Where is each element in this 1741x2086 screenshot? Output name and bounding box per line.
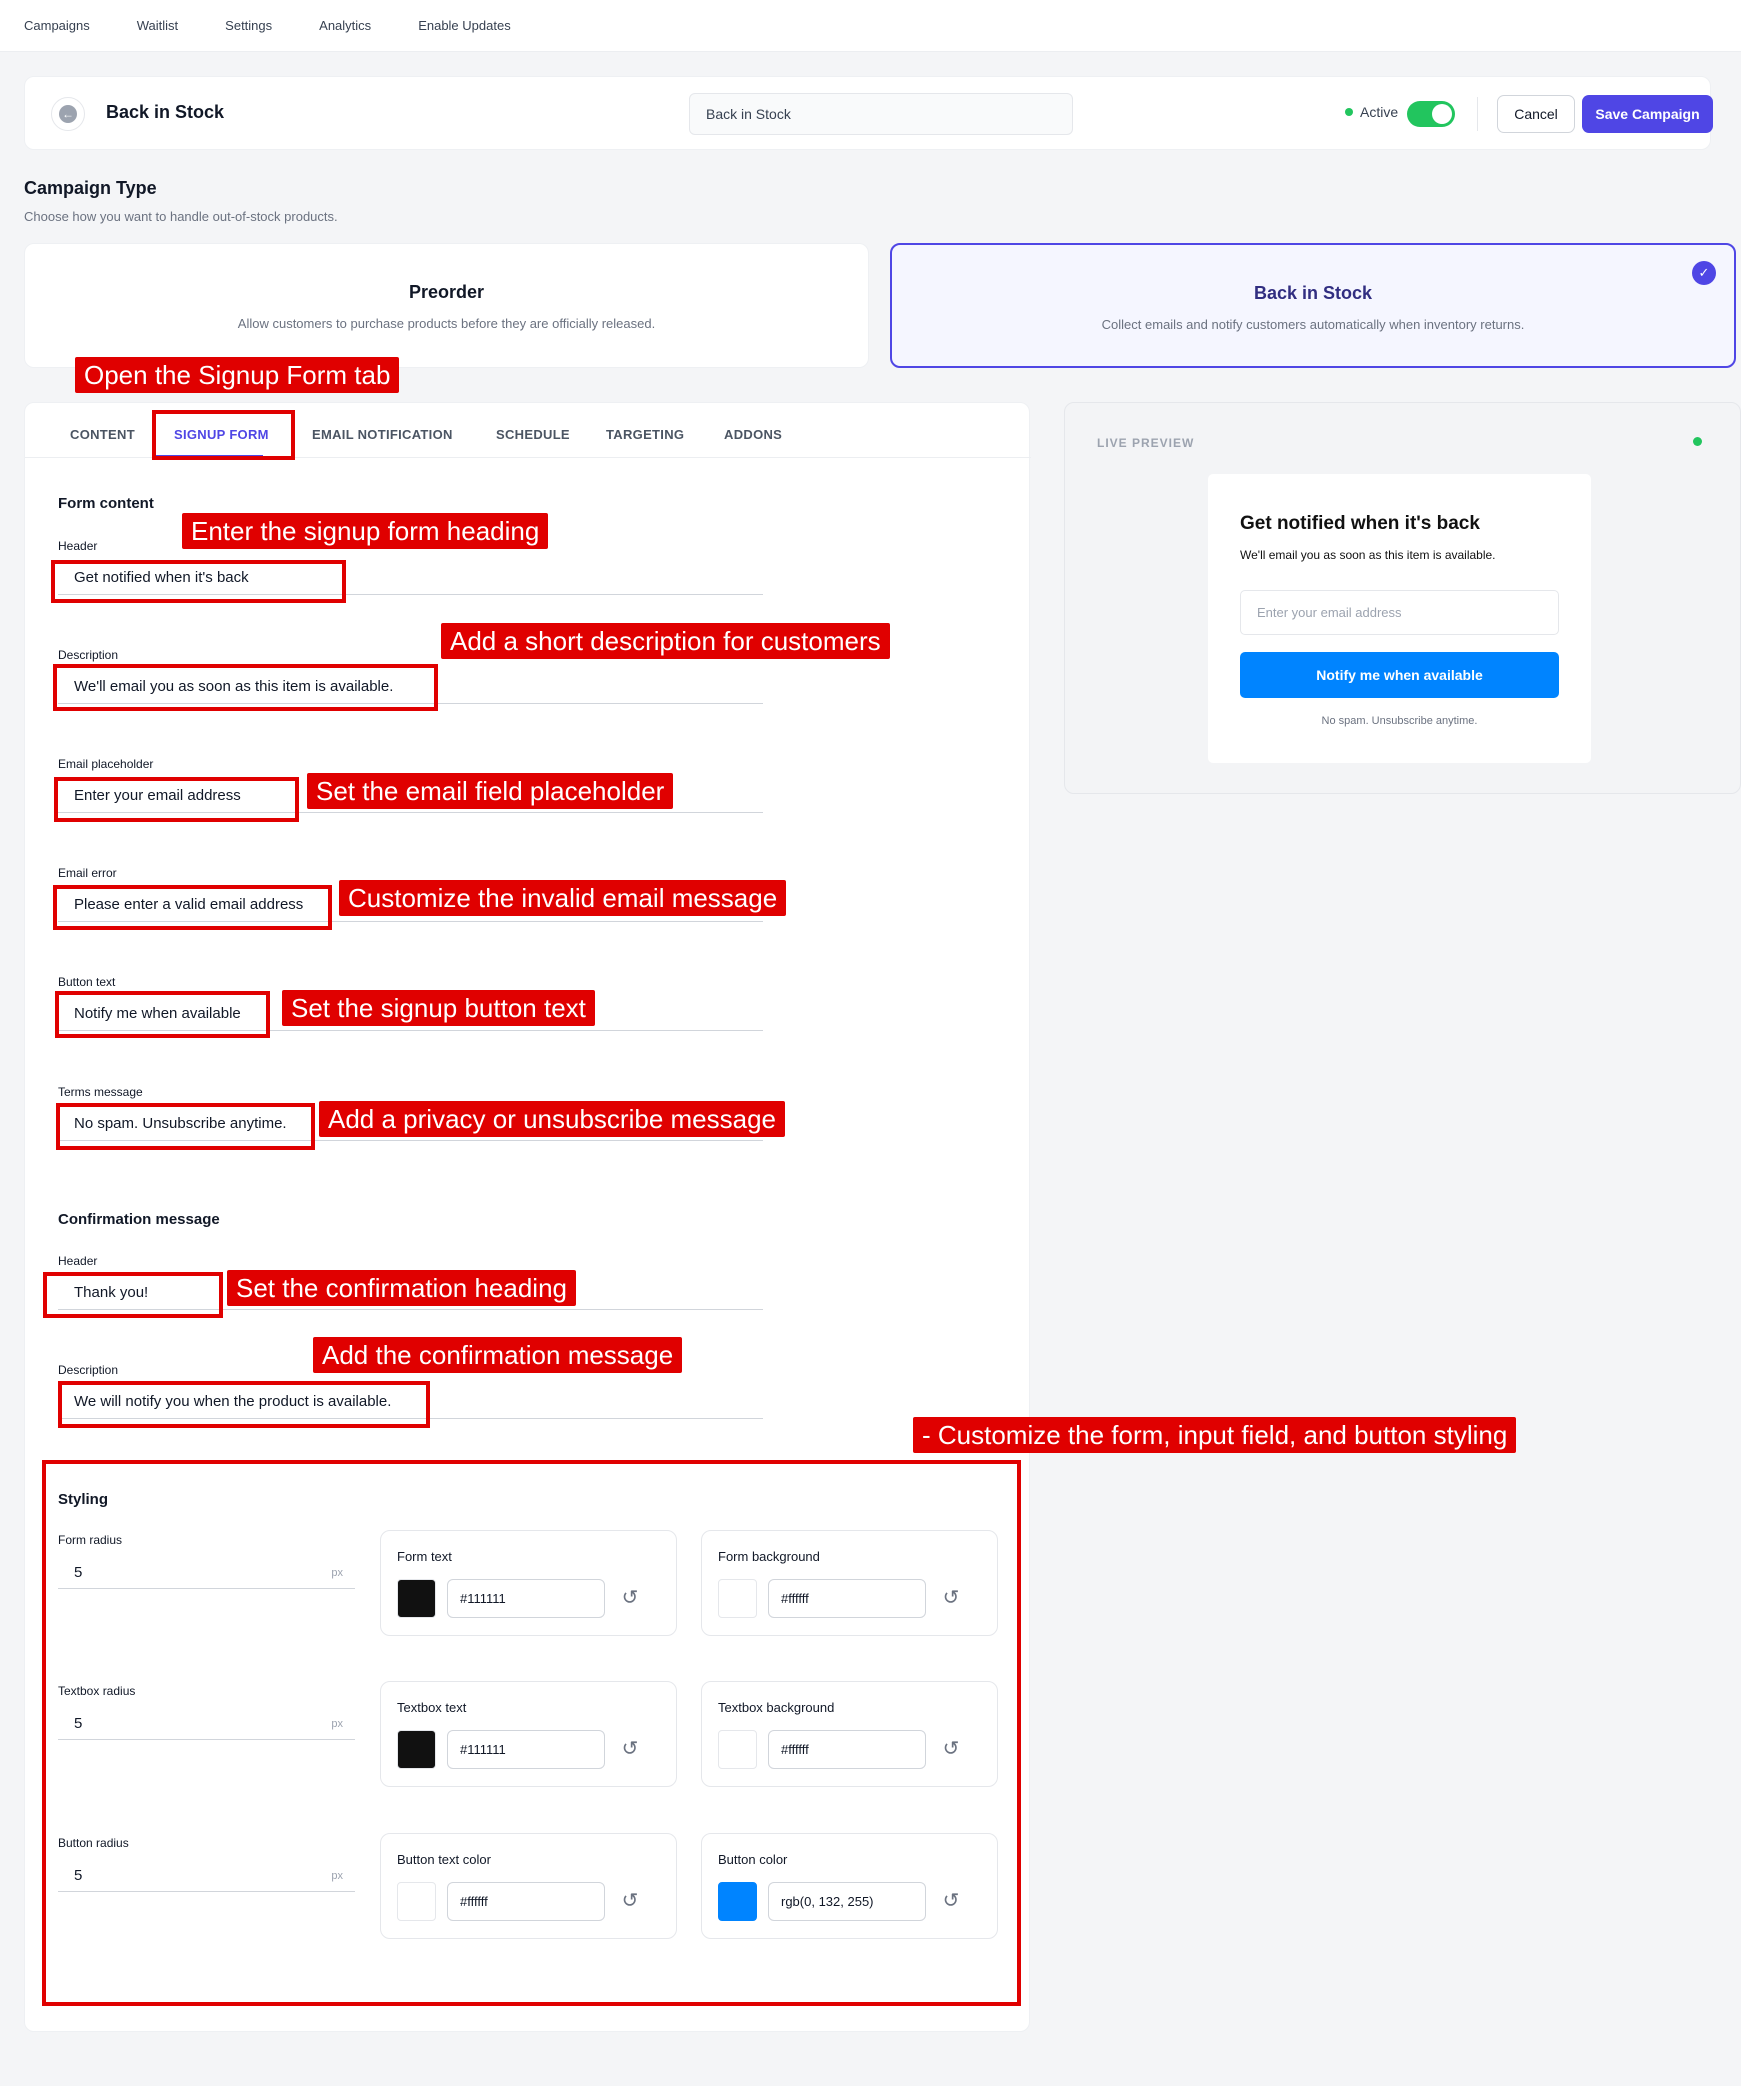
annotation-box-confirmation-description (58, 1381, 430, 1428)
campaign-type-preorder[interactable]: Preorder Allow customers to purchase pro… (24, 243, 869, 368)
status-dot-icon (1345, 108, 1353, 116)
annotation-box-confirmation-header (43, 1272, 223, 1318)
preview-title: Get notified when it's back (1240, 513, 1480, 534)
annotation-label: Set the email field placeholder (307, 773, 674, 809)
header-label: Header (58, 539, 98, 553)
checkmark-icon: ✓ (1692, 261, 1716, 285)
nav-analytics[interactable]: Analytics (319, 18, 371, 33)
preview-description: We'll email you as soon as this item is … (1240, 548, 1496, 562)
tab-targeting[interactable]: TARGETING (606, 427, 684, 442)
live-preview-label: LIVE PREVIEW (1097, 436, 1195, 450)
annotation-label: Add a privacy or unsubscribe message (319, 1101, 786, 1137)
annotation-box-email-error (53, 885, 332, 930)
divider (1477, 97, 1478, 131)
annotation-box-email-placeholder (54, 777, 299, 822)
save-campaign-button[interactable]: Save Campaign (1582, 95, 1713, 133)
live-indicator-dot (1693, 437, 1702, 446)
live-preview-panel: LIVE PREVIEW Get notified when it's back… (1064, 402, 1741, 794)
status-indicator: Active (1345, 104, 1398, 120)
active-toggle[interactable] (1407, 101, 1455, 127)
confirmation-description-label: Description (58, 1363, 119, 1377)
campaign-type-back-in-stock[interactable]: ✓ Back in Stock Collect emails and notif… (890, 243, 1736, 368)
confirmation-title: Confirmation message (58, 1211, 220, 1228)
confirmation-header-label: Header (58, 1254, 98, 1268)
tab-email-notification[interactable]: EMAIL NOTIFICATION (312, 427, 453, 442)
annotation-label: Customize the invalid email message (339, 880, 787, 916)
campaign-type-subtitle: Choose how you want to handle out-of-sto… (24, 209, 338, 224)
preview-terms: No spam. Unsubscribe anytime. (1321, 715, 1478, 727)
back-button[interactable]: ← (51, 97, 85, 131)
description-label: Description (58, 648, 119, 662)
type-card-desc: Collect emails and notify customers auto… (1101, 317, 1525, 332)
preview-form-card: Get notified when it's back We'll email … (1208, 474, 1591, 763)
preview-email-input[interactable]: Enter your email address (1240, 590, 1559, 635)
arrow-left-icon: ← (59, 105, 77, 123)
cancel-button[interactable]: Cancel (1497, 95, 1575, 133)
email-error-label: Email error (58, 866, 117, 880)
annotation-label: Add a short description for customers (441, 623, 890, 659)
tab-schedule[interactable]: SCHEDULE (496, 427, 570, 442)
toggle-knob (1432, 104, 1452, 124)
annotation-label: - Customize the form, input field, and b… (913, 1417, 1517, 1453)
terms-message-label: Terms message (58, 1085, 143, 1099)
annotation-label: Open the Signup Form tab (75, 357, 400, 393)
annotation-box-header (51, 560, 346, 603)
campaign-type-title: Campaign Type (24, 178, 157, 198)
type-card-desc: Allow customers to purchase products bef… (237, 316, 656, 331)
annotation-label: Add the confirmation message (313, 1337, 683, 1373)
nav-settings[interactable]: Settings (225, 18, 272, 33)
campaign-name-input[interactable]: Back in Stock (689, 93, 1073, 135)
annotation-label: Set the confirmation heading (227, 1270, 576, 1306)
annotation-box-button-text (55, 991, 270, 1038)
annotation-label: Set the signup button text (282, 990, 595, 1026)
button-text-label: Button text (58, 975, 116, 989)
preview-notify-button[interactable]: Notify me when available (1240, 652, 1559, 698)
annotation-box-styling (42, 1460, 1021, 2006)
tab-addons[interactable]: ADDONS (724, 427, 782, 442)
top-nav: Campaigns Waitlist Settings Analytics En… (0, 0, 1741, 52)
nav-campaigns[interactable]: Campaigns (24, 18, 90, 33)
type-card-title: Back in Stock (1253, 283, 1373, 303)
status-label: Active (1360, 104, 1399, 120)
nav-waitlist[interactable]: Waitlist (137, 18, 178, 33)
tab-content[interactable]: CONTENT (70, 427, 135, 442)
annotation-box-signup-tab (152, 410, 295, 460)
nav-enable-updates[interactable]: Enable Updates (418, 18, 511, 33)
form-content-title: Form content (58, 495, 154, 512)
annotation-box-terms (56, 1103, 315, 1150)
annotation-box-description (53, 664, 438, 711)
email-placeholder-label: Email placeholder (58, 757, 154, 771)
page-title: Back in Stock (106, 102, 225, 122)
annotation-label: Enter the signup form heading (182, 513, 549, 549)
type-card-title: Preorder (408, 282, 485, 302)
campaign-header: ← Back in Stock Back in Stock Active Can… (24, 76, 1713, 150)
